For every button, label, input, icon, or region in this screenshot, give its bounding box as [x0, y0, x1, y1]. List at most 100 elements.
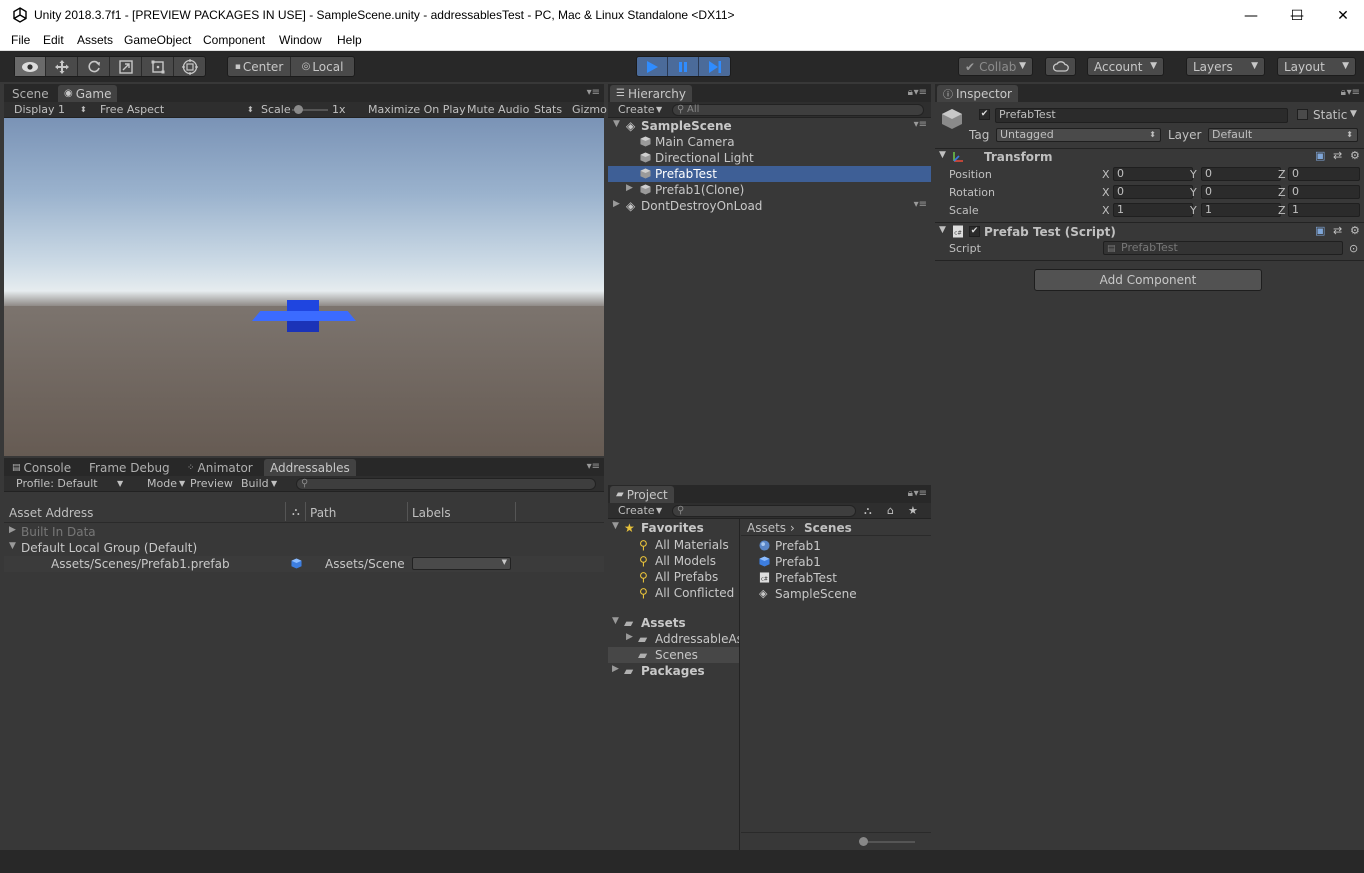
hierarchy-item[interactable]: Directional Light	[608, 150, 931, 166]
lock-icon[interactable]: 🔒︎	[1341, 87, 1346, 98]
lock-icon[interactable]: 🔒︎	[908, 87, 913, 98]
menu-edit[interactable]: Edit	[43, 33, 64, 47]
tab-frame-debug[interactable]: Frame Debug	[83, 459, 176, 476]
tab-project[interactable]: ▰ Project	[610, 486, 674, 503]
static-checkbox[interactable]	[1297, 109, 1308, 120]
fold-arrow-down-icon[interactable]: ▼	[939, 150, 946, 160]
scene-row[interactable]: ▶ ◈ DontDestroyOnLoad ▾≡	[608, 198, 931, 214]
rotation-z-input[interactable]: 0	[1288, 185, 1360, 199]
position-z-input[interactable]: 0	[1288, 167, 1360, 181]
fold-arrow-down-icon[interactable]: ▼	[612, 521, 619, 531]
profile-dropdown[interactable]: Profile: Default	[16, 477, 98, 490]
fold-arrow-right-icon[interactable]: ▶	[613, 199, 620, 209]
transform-header[interactable]: ▼ Transform ▣ ⇄ ⚙	[935, 149, 1364, 165]
file-item[interactable]: Prefab1	[741, 554, 931, 570]
rotation-y-input[interactable]: 0	[1201, 185, 1281, 199]
breadcrumb-scenes[interactable]: Scenes	[804, 521, 852, 535]
favorite-item[interactable]: ⚲ All Models	[608, 553, 739, 569]
project-search-input[interactable]: ⚲	[672, 505, 856, 517]
pivot-center-toggle[interactable]: ▪ Center	[228, 57, 291, 76]
menu-component[interactable]: Component	[203, 33, 265, 47]
tab-scene[interactable]: Scene	[6, 85, 55, 102]
aspect-dropdown[interactable]: Free Aspect	[100, 103, 164, 116]
packages-root-row[interactable]: ▶ ▰ Packages	[608, 663, 739, 679]
panel-menu-icon[interactable]: ▾≡	[587, 461, 600, 472]
menu-file[interactable]: File	[11, 33, 30, 47]
add-component-button[interactable]: Add Component	[1034, 269, 1262, 291]
gear-icon[interactable]: ⚙	[1350, 224, 1360, 237]
group-row[interactable]: ▼ Default Local Group (Default)	[4, 540, 604, 556]
help-book-icon[interactable]: ▣	[1315, 224, 1325, 237]
tag-dropdown[interactable]: Untagged ⬍	[996, 128, 1161, 142]
preset-sliders-icon[interactable]: ⇄	[1333, 149, 1342, 162]
rotate-tool-button[interactable]	[78, 57, 110, 76]
script-enabled-checkbox[interactable]: ✔	[969, 226, 980, 237]
layers-dropdown[interactable]: Layers ▼	[1186, 57, 1265, 76]
fold-arrow-down-icon[interactable]: ▼	[612, 616, 619, 626]
fold-arrow-right-icon[interactable]: ▶	[626, 632, 633, 642]
tab-inspector[interactable]: ⓘ Inspector	[937, 85, 1018, 102]
window-close-button[interactable]: ✕	[1320, 0, 1364, 31]
column-divider[interactable]	[285, 502, 286, 521]
preset-sliders-icon[interactable]: ⇄	[1333, 224, 1342, 237]
pause-button[interactable]	[668, 57, 699, 76]
panel-menu-icon[interactable]: ▾≡	[1347, 87, 1360, 98]
tab-game[interactable]: ◉ Game	[58, 85, 118, 102]
fold-arrow-right-icon[interactable]: ▶	[626, 183, 633, 193]
column-divider[interactable]	[515, 502, 516, 521]
transform-tool-button[interactable]	[174, 57, 205, 76]
display-dropdown[interactable]: Display 1	[14, 103, 65, 116]
favorite-star-icon[interactable]: ★	[908, 504, 918, 517]
lock-icon[interactable]: 🔒︎	[908, 488, 913, 499]
fold-arrow-down-icon[interactable]: ▼	[613, 119, 620, 129]
hierarchy-search-input[interactable]: ⚲ All	[672, 104, 924, 116]
active-checkbox[interactable]: ✔	[979, 109, 990, 120]
play-button[interactable]	[637, 57, 668, 76]
hierarchy-item-selected[interactable]: PrefabTest	[608, 166, 931, 182]
step-button[interactable]	[699, 57, 730, 76]
folder-row-selected[interactable]: ▰ Scenes	[608, 647, 739, 663]
tab-addressables[interactable]: Addressables	[264, 459, 356, 476]
scene-menu-icon[interactable]: ▾≡	[914, 199, 927, 210]
search-by-label-icon[interactable]: ⌂	[887, 504, 894, 517]
cloud-button[interactable]	[1045, 57, 1076, 76]
column-path[interactable]: Path	[310, 506, 336, 520]
favorites-row[interactable]: ▼ ★ Favorites	[608, 520, 739, 536]
move-tool-button[interactable]	[46, 57, 78, 76]
icon-size-slider-handle[interactable]	[859, 837, 868, 846]
favorite-item[interactable]: ⚲ All Prefabs	[608, 569, 739, 585]
folder-row[interactable]: ▶ ▰ AddressableAs	[608, 631, 739, 647]
view-tool-button[interactable]	[15, 57, 46, 76]
position-y-input[interactable]: 0	[1201, 167, 1281, 181]
scale-slider-handle[interactable]	[294, 105, 303, 114]
tab-console[interactable]: ▤ Console	[6, 459, 77, 476]
menu-help[interactable]: Help	[337, 33, 362, 47]
scale-x-input[interactable]: 1	[1113, 203, 1193, 217]
rect-tool-button[interactable]	[142, 57, 174, 76]
addressables-search-input[interactable]: ⚲	[296, 478, 596, 490]
layer-dropdown[interactable]: Default ⬍	[1208, 128, 1358, 142]
window-maximize-button[interactable]: ☐	[1274, 0, 1320, 31]
asset-entry-row[interactable]: Assets/Scenes/Prefab1.prefab Assets/Scen…	[4, 556, 604, 572]
pivot-space-toggle[interactable]: ◎ Local	[291, 57, 354, 76]
assets-root-row[interactable]: ▼ ▰ Assets	[608, 615, 739, 631]
build-dropdown[interactable]: Build	[241, 477, 269, 490]
file-item[interactable]: c# PrefabTest	[741, 570, 931, 586]
fold-arrow-down-icon[interactable]: ▼	[9, 541, 16, 551]
menu-gameobject[interactable]: GameObject	[124, 33, 191, 47]
fold-arrow-right-icon[interactable]: ▶	[612, 664, 619, 674]
object-name-input[interactable]: PrefabTest	[995, 108, 1288, 123]
stats-toggle[interactable]: Stats	[534, 103, 562, 116]
position-x-input[interactable]: 0	[1113, 167, 1193, 181]
column-asset-address[interactable]: Asset Address	[9, 506, 93, 520]
fold-arrow-down-icon[interactable]: ▼	[939, 225, 946, 235]
gear-icon[interactable]: ⚙	[1350, 149, 1360, 162]
project-create-dropdown[interactable]: Create	[618, 504, 655, 517]
column-labels[interactable]: Labels	[412, 506, 451, 520]
column-divider[interactable]	[407, 502, 408, 521]
panel-menu-icon[interactable]: ▾≡	[587, 87, 600, 98]
mute-audio-toggle[interactable]: Mute Audio	[467, 103, 529, 116]
file-item[interactable]: Prefab1	[741, 538, 931, 554]
account-dropdown[interactable]: Account ▼	[1087, 57, 1164, 76]
favorite-item[interactable]: ⚲ All Materials	[608, 537, 739, 553]
